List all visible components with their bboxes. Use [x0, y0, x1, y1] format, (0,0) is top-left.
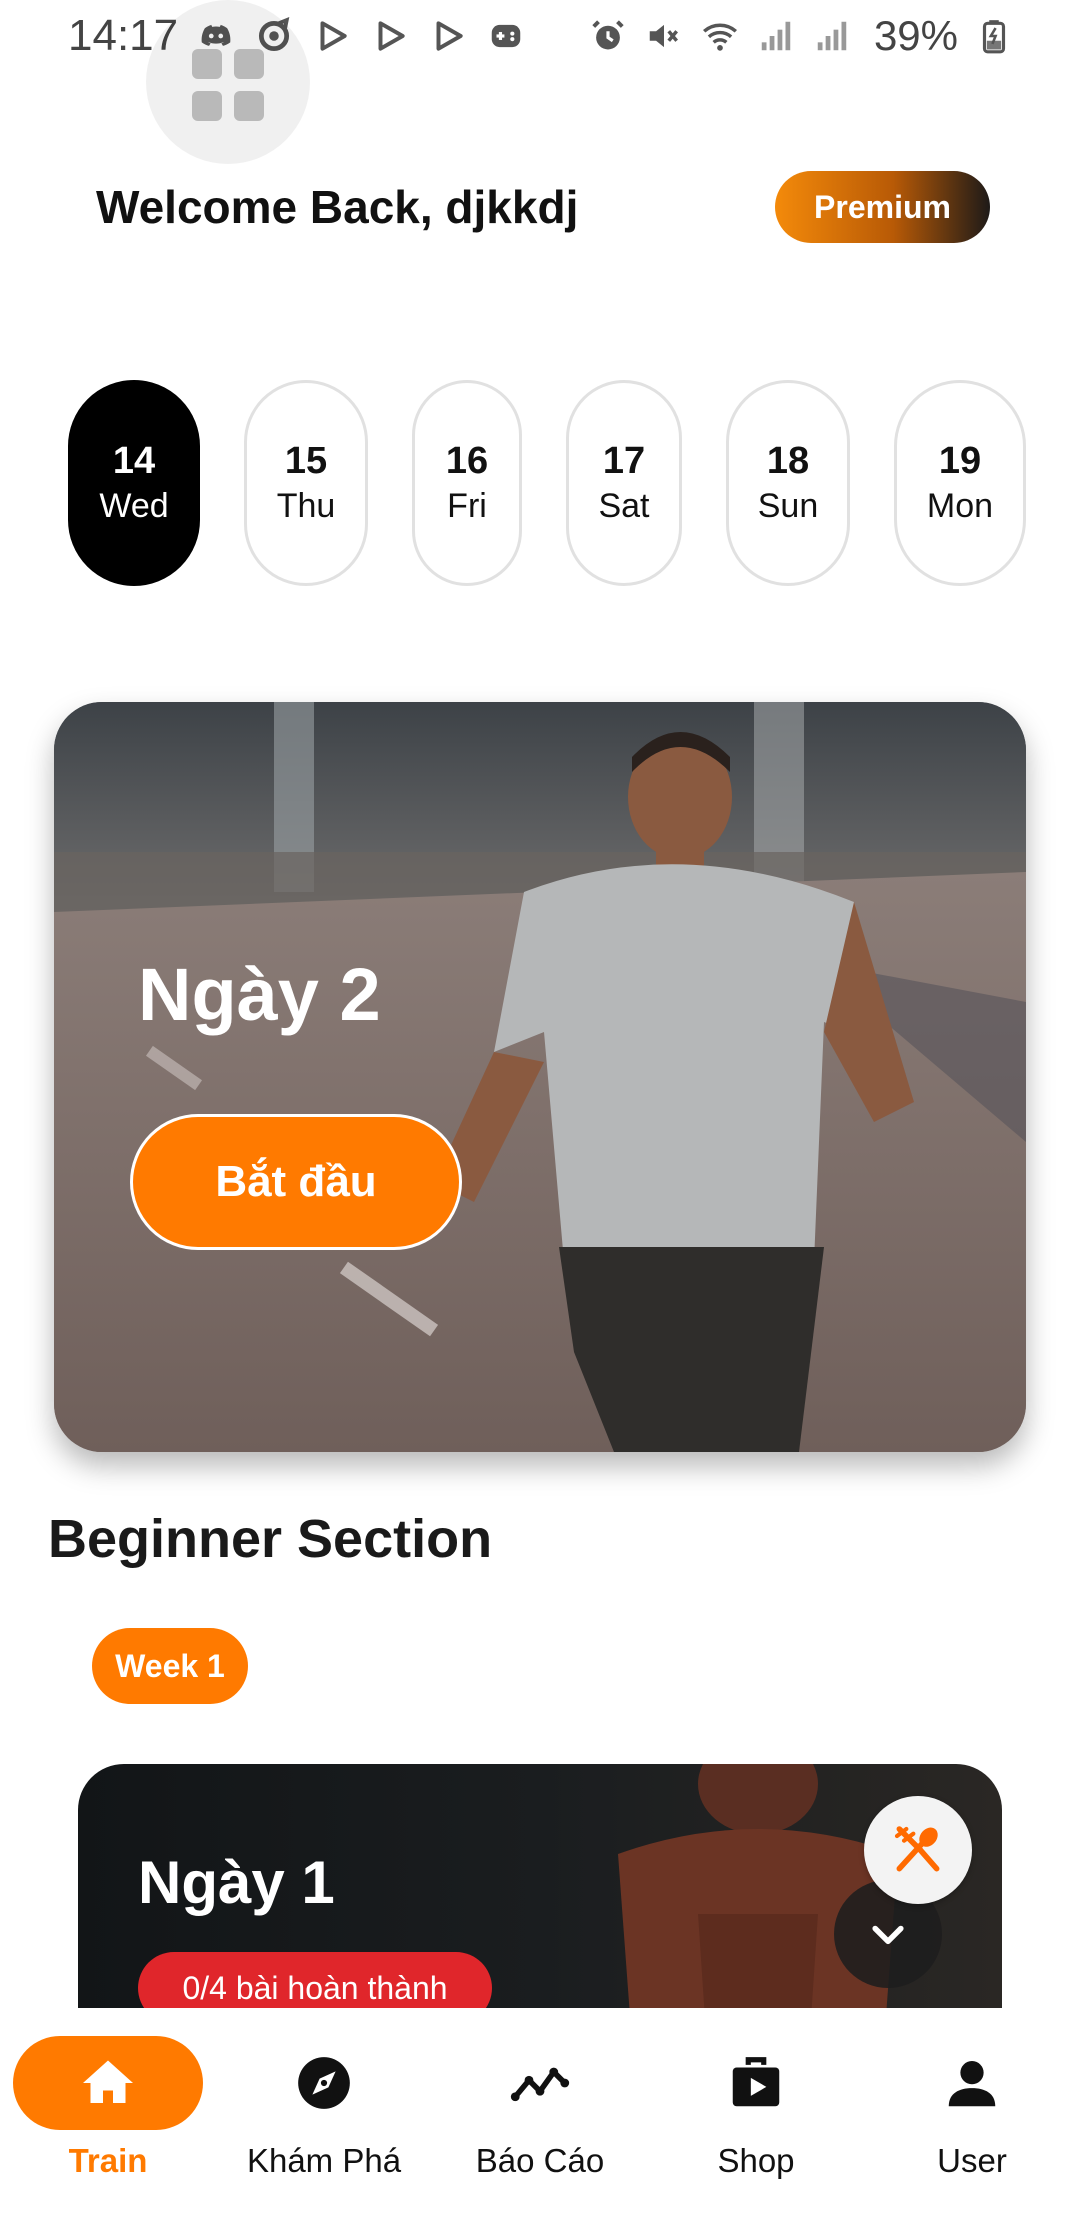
- mute-icon: [644, 16, 684, 56]
- nav-icon-wrap: [877, 2036, 1067, 2130]
- nav-label: Train: [68, 2142, 148, 2179]
- today-workout-card[interactable]: Ngày 2 Bắt đầu: [54, 702, 1026, 1452]
- day-of-week: Thu: [276, 486, 336, 525]
- nav-icon-wrap: [445, 2036, 635, 2130]
- status-right: 39%: [588, 12, 1014, 60]
- shop-icon: [732, 2057, 780, 2107]
- nav-label: Báo Cáo: [475, 2142, 605, 2179]
- meal-plan-button[interactable]: [864, 1796, 972, 1904]
- day-of-week: Fri: [447, 486, 487, 525]
- day-chip-19[interactable]: 19 Mon: [894, 380, 1026, 586]
- day-number: 18: [766, 439, 810, 482]
- day-number: 16: [445, 439, 489, 482]
- week-tab[interactable]: Week 1: [92, 1628, 248, 1704]
- day-number: 17: [602, 439, 646, 482]
- compass-icon: [298, 2057, 350, 2109]
- battery-level: 39%: [873, 12, 958, 59]
- day-card-title: Ngày 1: [138, 1849, 335, 1916]
- nav-label: Khám Phá: [246, 2142, 402, 2179]
- wifi-icon: [700, 16, 740, 56]
- nav-icon-wrap: [13, 2036, 203, 2130]
- day-number: 15: [284, 439, 328, 482]
- chevron-down-icon: [872, 1925, 904, 1945]
- battery-icon: [974, 16, 1014, 56]
- day-chip-16[interactable]: 16 Fri: [412, 380, 522, 586]
- nav-icon-wrap: [229, 2036, 419, 2130]
- signal-icon: [756, 16, 796, 56]
- alarm-icon: [588, 16, 628, 56]
- play-icon: [370, 16, 410, 56]
- user-icon: [948, 2061, 996, 2107]
- section-title: Beginner Section: [48, 1509, 493, 1569]
- screen: 14:17 39% Welcome Back, djkkdj Premium 1…: [0, 0, 1080, 2220]
- play-icon: [312, 16, 352, 56]
- day-of-week: Wed: [99, 486, 169, 525]
- day-of-week: Sun: [757, 486, 819, 525]
- nav-shop[interactable]: Shop: [648, 2008, 864, 2220]
- nav-explore[interactable]: Khám Phá: [216, 2008, 432, 2220]
- day-of-week: Sat: [598, 486, 650, 525]
- day-of-week: Mon: [926, 486, 994, 525]
- signal-icon: [812, 16, 852, 56]
- premium-button[interactable]: Premium: [775, 171, 990, 243]
- start-workout-button[interactable]: Bắt đầu: [130, 1114, 462, 1250]
- day-chip-18[interactable]: 18 Sun: [726, 380, 850, 586]
- gamepad-icon: [486, 16, 526, 56]
- nav-label: Shop: [717, 2142, 795, 2179]
- nav-report[interactable]: Báo Cáo: [432, 2008, 648, 2220]
- day-chip-17[interactable]: 17 Sat: [566, 380, 682, 586]
- runner-photo: [54, 702, 1026, 1452]
- day-chip-14[interactable]: 14 Wed: [68, 380, 200, 586]
- apps-grid-icon: [192, 49, 264, 121]
- day-number: 19: [938, 439, 982, 482]
- home-icon: [83, 2060, 133, 2103]
- welcome-title: Welcome Back, djkkdj: [96, 181, 579, 233]
- nav-label: User: [937, 2142, 1007, 2179]
- day-chip-15[interactable]: 15 Thu: [244, 380, 368, 586]
- utensils-icon: [894, 1826, 940, 1872]
- hero-day-title: Ngày 2: [138, 953, 381, 1036]
- play-icon: [428, 16, 468, 56]
- nav-user[interactable]: User: [864, 2008, 1080, 2220]
- bottom-navigation: Train Khám Phá Báo Cáo Shop User: [0, 2008, 1080, 2220]
- floating-shortcut-bubble[interactable]: [146, 0, 310, 164]
- chart-icon: [510, 2067, 570, 2102]
- day-number: 14: [112, 439, 156, 482]
- nav-icon-wrap: [661, 2036, 851, 2130]
- nav-train[interactable]: Train: [0, 2008, 216, 2220]
